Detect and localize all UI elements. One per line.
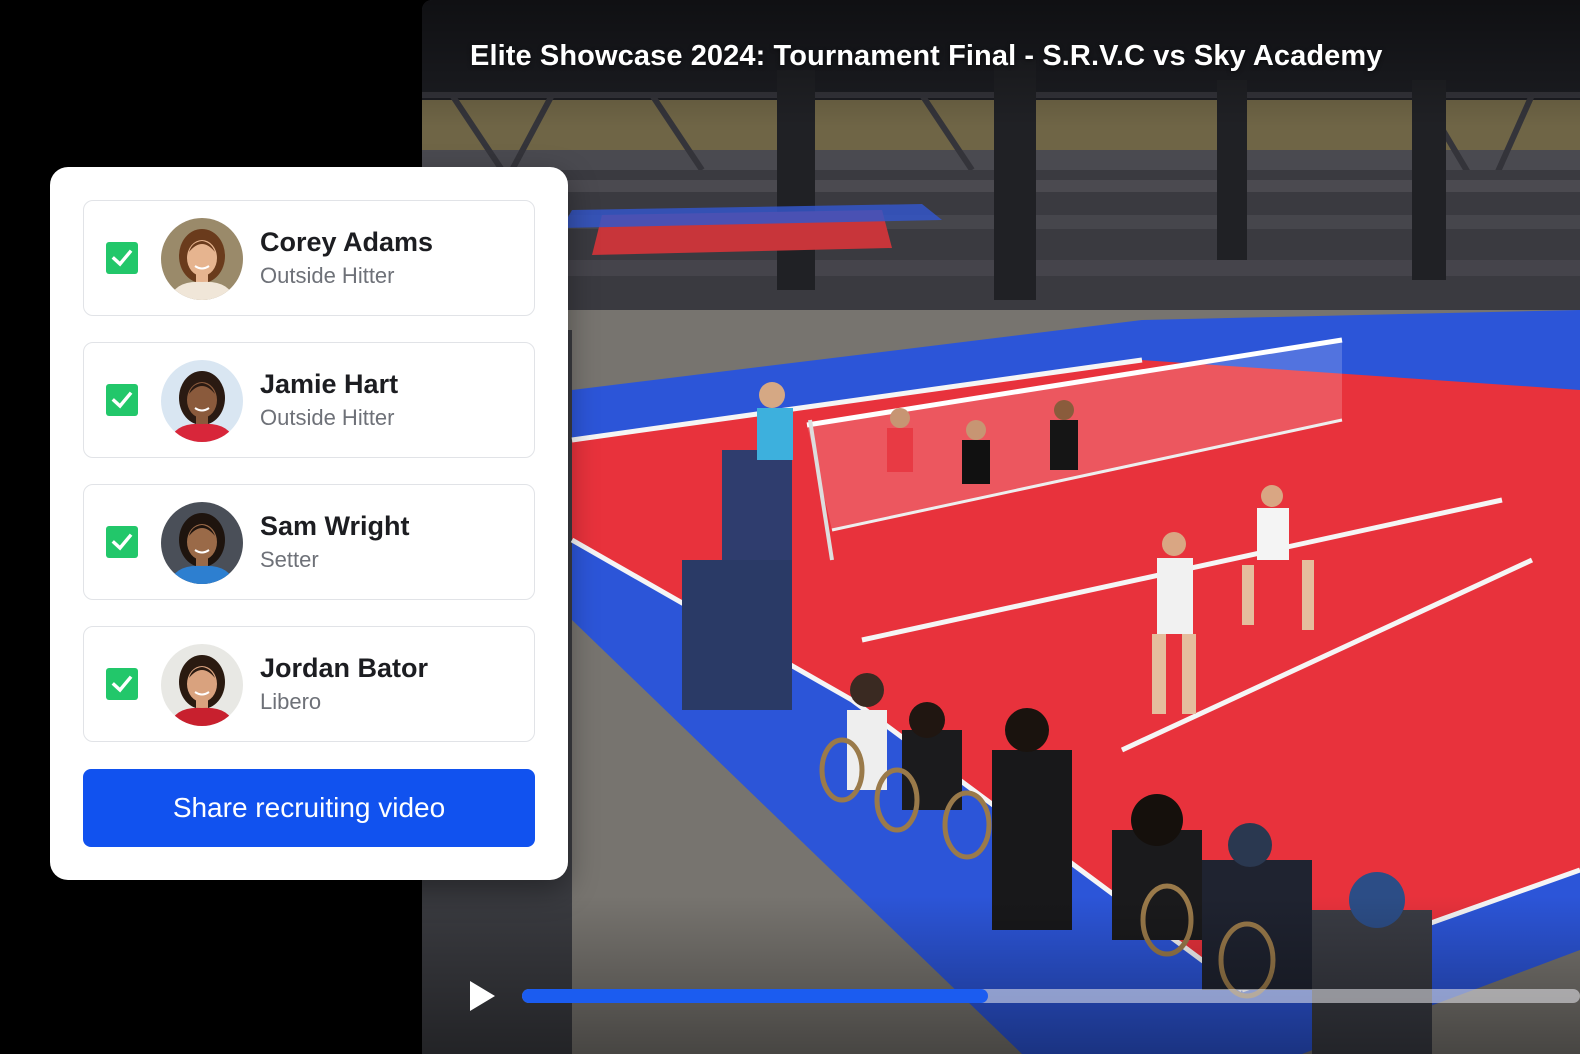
athlete-row[interactable]: Sam Wright Setter: [83, 484, 535, 600]
athlete-position: Outside Hitter: [260, 263, 395, 288]
athlete-row[interactable]: Jordan Bator Libero: [83, 626, 535, 742]
play-icon: [470, 981, 495, 1011]
video-controls: [422, 934, 1580, 1054]
avatar: [161, 644, 243, 726]
athlete-checkbox[interactable]: [106, 384, 138, 416]
avatar: [161, 502, 243, 584]
progress-bar[interactable]: [522, 989, 1580, 1003]
checkmark-icon: [111, 533, 133, 551]
athlete-name: Corey Adams: [260, 227, 434, 257]
checkmark-icon: [111, 675, 133, 693]
athlete-selection-card: Corey Adams Outside Hitter Jamie Hart Ou…: [50, 167, 568, 880]
video-title: Elite Showcase 2024: Tournament Final - …: [470, 40, 1383, 72]
play-button[interactable]: [466, 978, 498, 1014]
progress-fill: [522, 989, 988, 1003]
athlete-name: Jordan Bator: [260, 653, 429, 683]
checkmark-icon: [111, 391, 133, 409]
athlete-position: Setter: [260, 547, 319, 572]
athlete-row[interactable]: Corey Adams Outside Hitter: [83, 200, 535, 316]
athlete-name: Sam Wright: [260, 511, 410, 541]
athlete-position: Outside Hitter: [260, 405, 395, 430]
video-player[interactable]: Elite Showcase 2024: Tournament Final - …: [422, 0, 1580, 1054]
athlete-list: Corey Adams Outside Hitter Jamie Hart Ou…: [83, 200, 535, 768]
share-recruiting-video-button[interactable]: Share recruiting video: [83, 769, 535, 847]
athlete-checkbox[interactable]: [106, 242, 138, 274]
athlete-row[interactable]: Jamie Hart Outside Hitter: [83, 342, 535, 458]
video-frame-volleyball-court: [422, 0, 1580, 1054]
athlete-checkbox[interactable]: [106, 526, 138, 558]
avatar: [161, 218, 243, 300]
athlete-checkbox[interactable]: [106, 668, 138, 700]
athlete-name: Jamie Hart: [260, 369, 399, 399]
athlete-position: Libero: [260, 689, 322, 714]
avatar: [161, 360, 243, 442]
checkmark-icon: [111, 249, 133, 267]
